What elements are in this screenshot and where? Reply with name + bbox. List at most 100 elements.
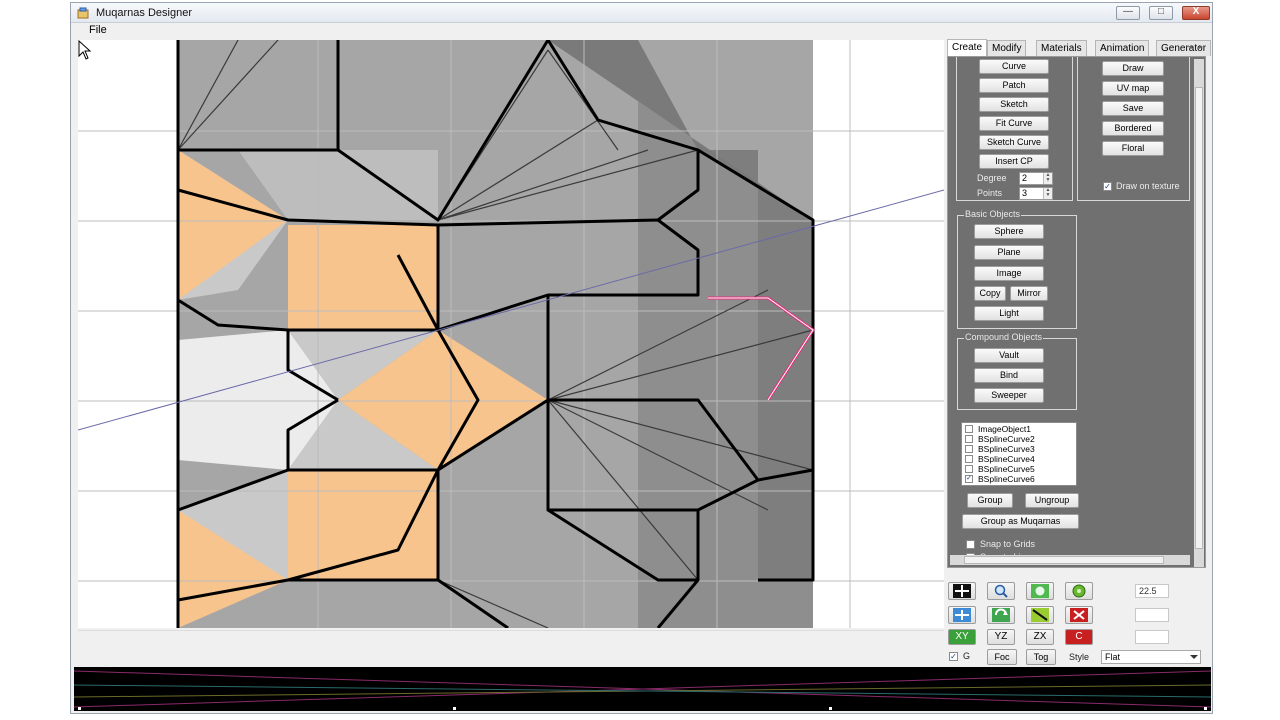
magnifier-icon [994, 584, 1008, 598]
toggle-button[interactable]: Tog [1026, 649, 1056, 665]
list-item[interactable]: BSplineCurve4 [962, 454, 1076, 464]
close-button[interactable]: X [1182, 6, 1210, 20]
timeline-keyframe[interactable] [78, 707, 81, 710]
empty-input[interactable] [1135, 608, 1169, 622]
panel-horizontal-scrollbar[interactable] [950, 555, 1190, 565]
tab-materials[interactable]: Materials [1036, 40, 1087, 56]
window-title: Muqarnas Designer [96, 7, 192, 19]
view-zx-button[interactable]: ZX [1026, 629, 1054, 645]
view-xy-button[interactable]: XY [948, 629, 976, 645]
design-viewport[interactable] [78, 40, 944, 628]
plane-button[interactable]: Plane [974, 245, 1044, 260]
vault-button[interactable]: Vault [974, 348, 1044, 363]
zoom-tool-button[interactable] [987, 582, 1015, 600]
side-panel: Create Modify Materials Animation Genera… [945, 38, 1212, 665]
fit-curve-button[interactable]: Fit Curve [979, 116, 1049, 131]
object-checkbox-checked[interactable]: ✓ [965, 475, 973, 483]
list-item[interactable]: ImageObject1 [962, 424, 1076, 434]
focus-button[interactable]: Foc [987, 649, 1017, 665]
tab-modify[interactable]: Modify [987, 40, 1027, 56]
bind-button[interactable]: Bind [974, 368, 1044, 383]
sketch-button[interactable]: Sketch [979, 97, 1049, 112]
menu-file[interactable]: File [89, 24, 107, 36]
patch-button[interactable]: Patch [979, 78, 1049, 93]
curve-button[interactable]: Curve [979, 59, 1049, 74]
g-checkbox[interactable]: ✓ [949, 652, 958, 661]
app-icon [77, 7, 89, 19]
tab-scroll-right-icon[interactable]: ▸ [1196, 41, 1206, 54]
maximize-button[interactable]: □ [1149, 6, 1173, 20]
copy-button[interactable]: Copy [974, 286, 1006, 301]
object-checkbox[interactable] [965, 455, 973, 463]
stepper-arrows-icon[interactable]: ▲ ▼ [1043, 188, 1052, 199]
rotate-tool-button[interactable] [1065, 582, 1093, 600]
delete-tool-button[interactable] [1065, 606, 1093, 624]
pattern-canvas[interactable] [78, 40, 944, 628]
tab-create[interactable]: Create [947, 39, 988, 57]
timeline-keyframe[interactable] [829, 707, 832, 710]
list-item[interactable]: ✓ BSplineCurve6 [962, 474, 1076, 484]
panel-vertical-scrollbar[interactable] [1194, 59, 1204, 567]
scrollbar-thumb[interactable] [1195, 87, 1203, 549]
ungroup-button[interactable]: Ungroup [1025, 493, 1079, 508]
save-button[interactable]: Save [1102, 101, 1164, 116]
outside-area [813, 40, 944, 628]
minimize-button[interactable]: — [1116, 6, 1140, 20]
close-icon: X [1192, 6, 1200, 17]
object-checkbox[interactable] [965, 445, 973, 453]
tab-scroll-left-icon[interactable]: ◂ [1185, 41, 1195, 54]
timeline-keyframe[interactable] [1204, 707, 1207, 710]
move-tool-button[interactable] [948, 606, 976, 624]
object-list[interactable]: ImageObject1 BSplineCurve2 BSplineCurve3… [961, 422, 1077, 486]
empty-input[interactable] [1135, 630, 1169, 644]
group-as-muqarnas-button[interactable]: Group as Muqarnas [962, 514, 1079, 529]
uv-map-button[interactable]: UV map [1102, 81, 1164, 96]
group-button[interactable]: Group [967, 493, 1013, 508]
light-button[interactable]: Light [974, 306, 1044, 321]
create-panel: Curve Patch Sketch Fit Curve Sketch Curv… [947, 56, 1206, 568]
snap-to-grids-checkbox[interactable] [966, 540, 975, 549]
draw-button[interactable]: Draw [1102, 61, 1164, 76]
timeline-keyframe[interactable] [453, 707, 456, 710]
points-stepper[interactable]: 3 ▲ ▼ [1019, 187, 1053, 200]
image-button[interactable]: Image [974, 266, 1044, 281]
view-yz-button[interactable]: YZ [987, 629, 1015, 645]
refresh-tool-button[interactable] [987, 606, 1015, 624]
degree-stepper[interactable]: 2 ▲ ▼ [1019, 172, 1053, 185]
points-value: 3 [1022, 188, 1028, 198]
select-tool-button[interactable] [948, 582, 976, 600]
draw-on-texture-checkbox[interactable]: ✓ [1103, 182, 1112, 191]
sketch-curve-button[interactable]: Sketch Curve [979, 135, 1049, 150]
list-item[interactable]: BSplineCurve3 [962, 444, 1076, 454]
basic-objects-group: Basic Objects Sphere Plane Image Copy Mi… [957, 209, 1077, 329]
sphere-button[interactable]: Sphere [974, 224, 1044, 239]
view-c-button[interactable]: C [1065, 629, 1093, 645]
object-checkbox[interactable] [965, 435, 973, 443]
insert-cp-button[interactable]: Insert CP [979, 154, 1049, 169]
hand-icon [1031, 584, 1049, 598]
degree-value: 2 [1022, 173, 1028, 183]
move-arrows-icon [953, 608, 971, 622]
object-name: BSplineCurve6 [978, 474, 1035, 484]
orange-tile [288, 470, 438, 580]
line-tool-button[interactable] [1026, 606, 1054, 624]
delete-x-icon [1070, 608, 1088, 622]
title-bar[interactable]: Muqarnas Designer — □ X [71, 3, 1212, 23]
angle-input[interactable]: 22.5 [1135, 584, 1169, 598]
bordered-button[interactable]: Bordered [1102, 121, 1164, 136]
scrollbar-thumb[interactable] [964, 556, 1164, 564]
chevron-down-icon [1190, 655, 1198, 659]
stepper-arrows-icon[interactable]: ▲ ▼ [1043, 173, 1052, 184]
sweeper-button[interactable]: Sweeper [974, 388, 1044, 403]
animation-timeline[interactable] [74, 667, 1211, 711]
mirror-button[interactable]: Mirror [1010, 286, 1048, 301]
floral-button[interactable]: Floral [1102, 141, 1164, 156]
tab-animation[interactable]: Animation [1095, 40, 1150, 56]
object-checkbox[interactable] [965, 465, 973, 473]
object-name: BSplineCurve3 [978, 444, 1035, 454]
style-dropdown[interactable]: Flat [1101, 650, 1201, 664]
list-item[interactable]: BSplineCurve5 [962, 464, 1076, 474]
object-checkbox[interactable] [965, 425, 973, 433]
pan-tool-button[interactable] [1026, 582, 1054, 600]
list-item[interactable]: BSplineCurve2 [962, 434, 1076, 444]
